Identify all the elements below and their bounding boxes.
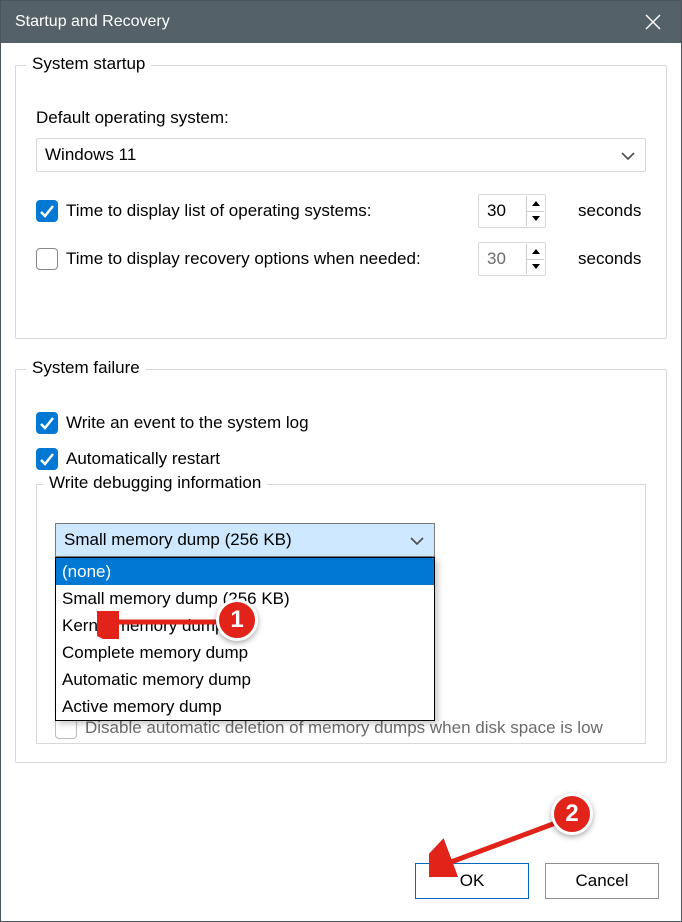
dropdown-item-active[interactable]: Active memory dump	[56, 693, 434, 720]
system-failure-group: System failure Write an event to the sys…	[15, 369, 667, 763]
system-startup-legend: System startup	[26, 54, 151, 74]
time-recovery-label: Time to display recovery options when ne…	[66, 249, 421, 269]
system-failure-legend: System failure	[26, 358, 146, 378]
time-recovery-value: 30	[487, 249, 506, 269]
ok-button[interactable]: OK	[415, 863, 529, 899]
startup-recovery-window: Startup and Recovery System startup Defa…	[0, 0, 682, 922]
time-recovery-spinner: 30	[478, 242, 546, 276]
time-recovery-checkbox[interactable]	[36, 248, 58, 270]
spin-down-icon	[527, 259, 544, 275]
auto-restart-label: Automatically restart	[66, 449, 220, 469]
default-os-label: Default operating system:	[36, 108, 646, 128]
seconds-label-2: seconds	[578, 249, 646, 269]
time-os-spinner[interactable]: 30	[478, 194, 546, 228]
annotation-marker-1: 1	[216, 599, 258, 641]
dialog-footer: OK Cancel	[415, 863, 659, 899]
spin-up-icon	[527, 244, 544, 259]
time-os-checkbox[interactable]	[36, 200, 58, 222]
debug-info-group: Write debugging information Small memory…	[36, 484, 646, 744]
time-os-label: Time to display list of operating system…	[66, 201, 372, 221]
disable-auto-delete-label: Disable automatic deletion of memory dum…	[85, 718, 603, 738]
debug-info-combo[interactable]: Small memory dump (256 KB)	[55, 523, 435, 557]
close-button[interactable]	[631, 1, 675, 43]
close-icon	[645, 14, 661, 30]
auto-restart-checkbox[interactable]	[36, 448, 58, 470]
chevron-down-icon	[621, 145, 635, 165]
dropdown-item-complete[interactable]: Complete memory dump	[56, 639, 434, 666]
default-os-select[interactable]: Windows 11	[36, 138, 646, 172]
chevron-down-icon	[410, 530, 424, 550]
dropdown-item-none[interactable]: (none)	[56, 558, 434, 585]
spin-up-icon[interactable]	[527, 196, 544, 211]
spinner-arrows[interactable]	[526, 196, 544, 226]
time-os-value: 30	[487, 201, 506, 221]
content-area: System startup Default operating system:…	[1, 43, 681, 763]
spin-down-icon[interactable]	[527, 211, 544, 227]
debug-info-legend: Write debugging information	[43, 473, 267, 493]
default-os-value: Windows 11	[45, 145, 136, 165]
system-startup-group: System startup Default operating system:…	[15, 65, 667, 339]
write-event-checkbox[interactable]	[36, 412, 58, 434]
cancel-button[interactable]: Cancel	[545, 863, 659, 899]
spinner-arrows-disabled	[526, 244, 544, 274]
titlebar[interactable]: Startup and Recovery	[1, 1, 681, 43]
write-event-label: Write an event to the system log	[66, 413, 309, 433]
annotation-marker-2: 2	[551, 793, 593, 835]
seconds-label-1: seconds	[578, 201, 646, 221]
dropdown-item-automatic[interactable]: Automatic memory dump	[56, 666, 434, 693]
window-title: Startup and Recovery	[15, 13, 631, 31]
debug-info-selected: Small memory dump (256 KB)	[64, 530, 292, 550]
